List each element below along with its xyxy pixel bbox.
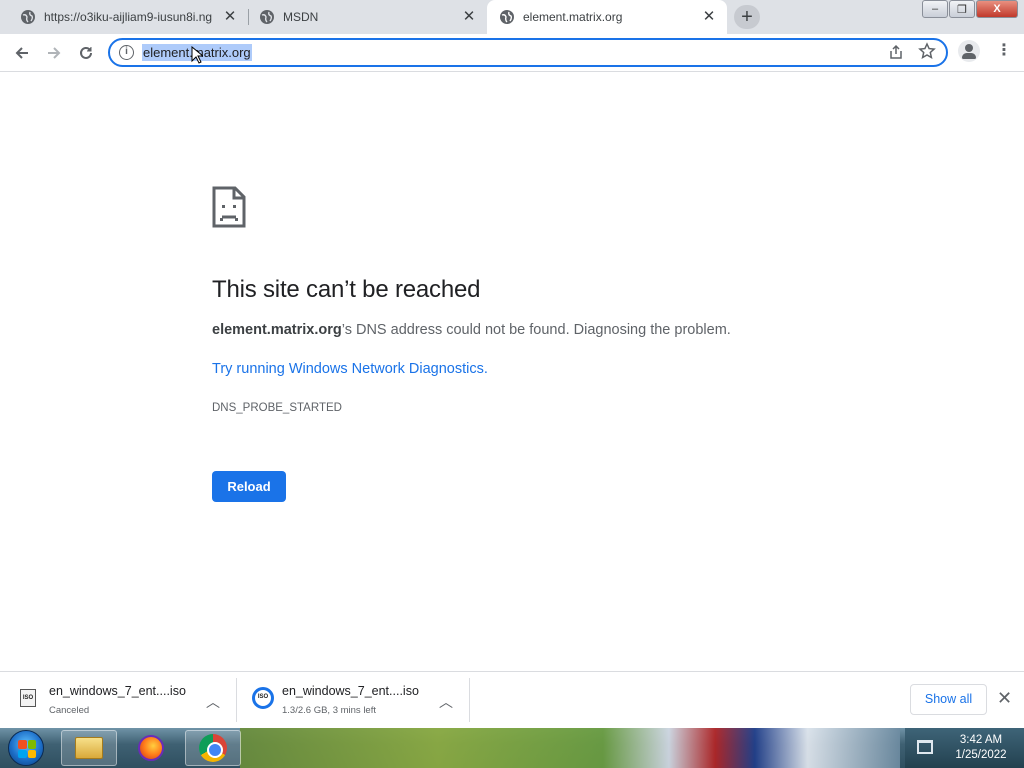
chrome-taskbar-button[interactable]	[185, 730, 241, 766]
download-item-1[interactable]: ISO en_windows_7_ent....iso Canceled ︿	[0, 672, 236, 729]
chevron-up-icon[interactable]: ︿	[439, 692, 453, 712]
tab-title: MSDN	[283, 10, 319, 24]
clock-time: 3:42 AM	[959, 734, 1003, 746]
globe-icon	[500, 10, 514, 24]
site-info-icon[interactable]: i	[119, 45, 134, 60]
download-filename: en_windows_7_ent....iso	[49, 684, 186, 698]
sad-page-icon	[212, 186, 246, 228]
error-title: This site can’t be reached	[212, 276, 481, 303]
network-icon[interactable]	[917, 740, 933, 754]
close-tab-icon[interactable]: ✕	[461, 9, 477, 25]
back-button[interactable]	[9, 40, 35, 66]
browser-toolbar: i element.matrix.org	[0, 34, 1024, 72]
download-divider	[469, 678, 470, 722]
error-message-text: ’s DNS address could not be found. Diagn…	[341, 322, 731, 338]
minimize-button[interactable]: –	[922, 0, 948, 18]
profile-avatar-icon[interactable]	[958, 40, 980, 62]
forward-button[interactable]	[41, 40, 67, 66]
address-bar[interactable]: i element.matrix.org	[108, 38, 948, 67]
clock-date: 1/25/2022	[955, 749, 1007, 761]
explorer-taskbar-button[interactable]	[61, 730, 117, 766]
firefox-icon	[138, 735, 164, 761]
chrome-icon	[199, 734, 227, 762]
reload-button[interactable]	[73, 40, 99, 66]
globe-icon	[260, 10, 274, 24]
tab-msdn[interactable]: MSDN ✕	[239, 0, 487, 34]
bookmark-star-icon[interactable]	[918, 42, 936, 60]
arrow-right-icon	[48, 47, 61, 59]
menu-kebab-icon[interactable]: ⋮	[996, 42, 1012, 60]
close-tab-icon[interactable]: ✕	[701, 9, 717, 25]
close-shelf-icon[interactable]: ✕	[997, 688, 1012, 709]
tab-strip: https://o3iku-aijliam9-iusun8i.ng ✕ MSDN…	[0, 0, 1024, 34]
arrow-left-icon	[15, 47, 28, 59]
tab-o3iku[interactable]: https://o3iku-aijliam9-iusun8i.ng ✕	[0, 0, 248, 34]
close-tab-icon[interactable]: ✕	[222, 9, 238, 25]
network-diagnostics-link[interactable]: Try running Windows Network Diagnostics.	[212, 361, 488, 377]
error-host: element.matrix.org	[212, 322, 342, 338]
show-all-downloads-button[interactable]: Show all	[910, 684, 987, 715]
restore-button[interactable]: ❐	[949, 0, 975, 18]
download-filename: en_windows_7_ent....iso	[282, 684, 419, 698]
firefox-taskbar-button[interactable]	[123, 730, 179, 766]
new-tab-button[interactable]: +	[734, 5, 760, 29]
start-button[interactable]	[8, 730, 44, 766]
mouse-cursor-icon	[191, 46, 203, 64]
windows-logo-icon	[18, 740, 36, 758]
window-controls: – ❐ X	[922, 0, 1018, 20]
iso-file-progress-icon: ISO	[252, 687, 274, 709]
download-shelf: ISO en_windows_7_ent....iso Canceled ︿ I…	[0, 671, 1024, 728]
windows-taskbar: 3:42 AM 1/25/2022	[0, 728, 1024, 768]
desktop-wallpaper	[240, 728, 900, 768]
download-status: Canceled	[49, 705, 90, 716]
globe-icon	[21, 10, 35, 24]
download-status: 1.3/2.6 GB, 3 mins left	[282, 705, 376, 716]
tab-element-matrix[interactable]: element.matrix.org ✕	[487, 0, 727, 34]
close-window-button[interactable]: X	[976, 0, 1018, 18]
clock[interactable]: 3:42 AM 1/25/2022	[943, 733, 1019, 763]
download-item-2[interactable]: ISO en_windows_7_ent....iso 1.3/2.6 GB, …	[236, 672, 469, 729]
chevron-up-icon[interactable]: ︿	[206, 692, 220, 712]
error-message: element.matrix.org’s DNS address could n…	[212, 322, 731, 338]
tab-title: element.matrix.org	[523, 10, 623, 24]
share-icon[interactable]	[888, 44, 904, 60]
reload-page-button[interactable]: Reload	[212, 471, 286, 502]
tab-title: https://o3iku-aijliam9-iusun8i.ng	[44, 10, 213, 24]
error-code: DNS_PROBE_STARTED	[212, 402, 342, 414]
folder-icon	[75, 737, 103, 759]
iso-file-icon: ISO	[20, 689, 36, 707]
system-tray: 3:42 AM 1/25/2022	[905, 728, 1024, 768]
reload-icon	[80, 46, 92, 59]
